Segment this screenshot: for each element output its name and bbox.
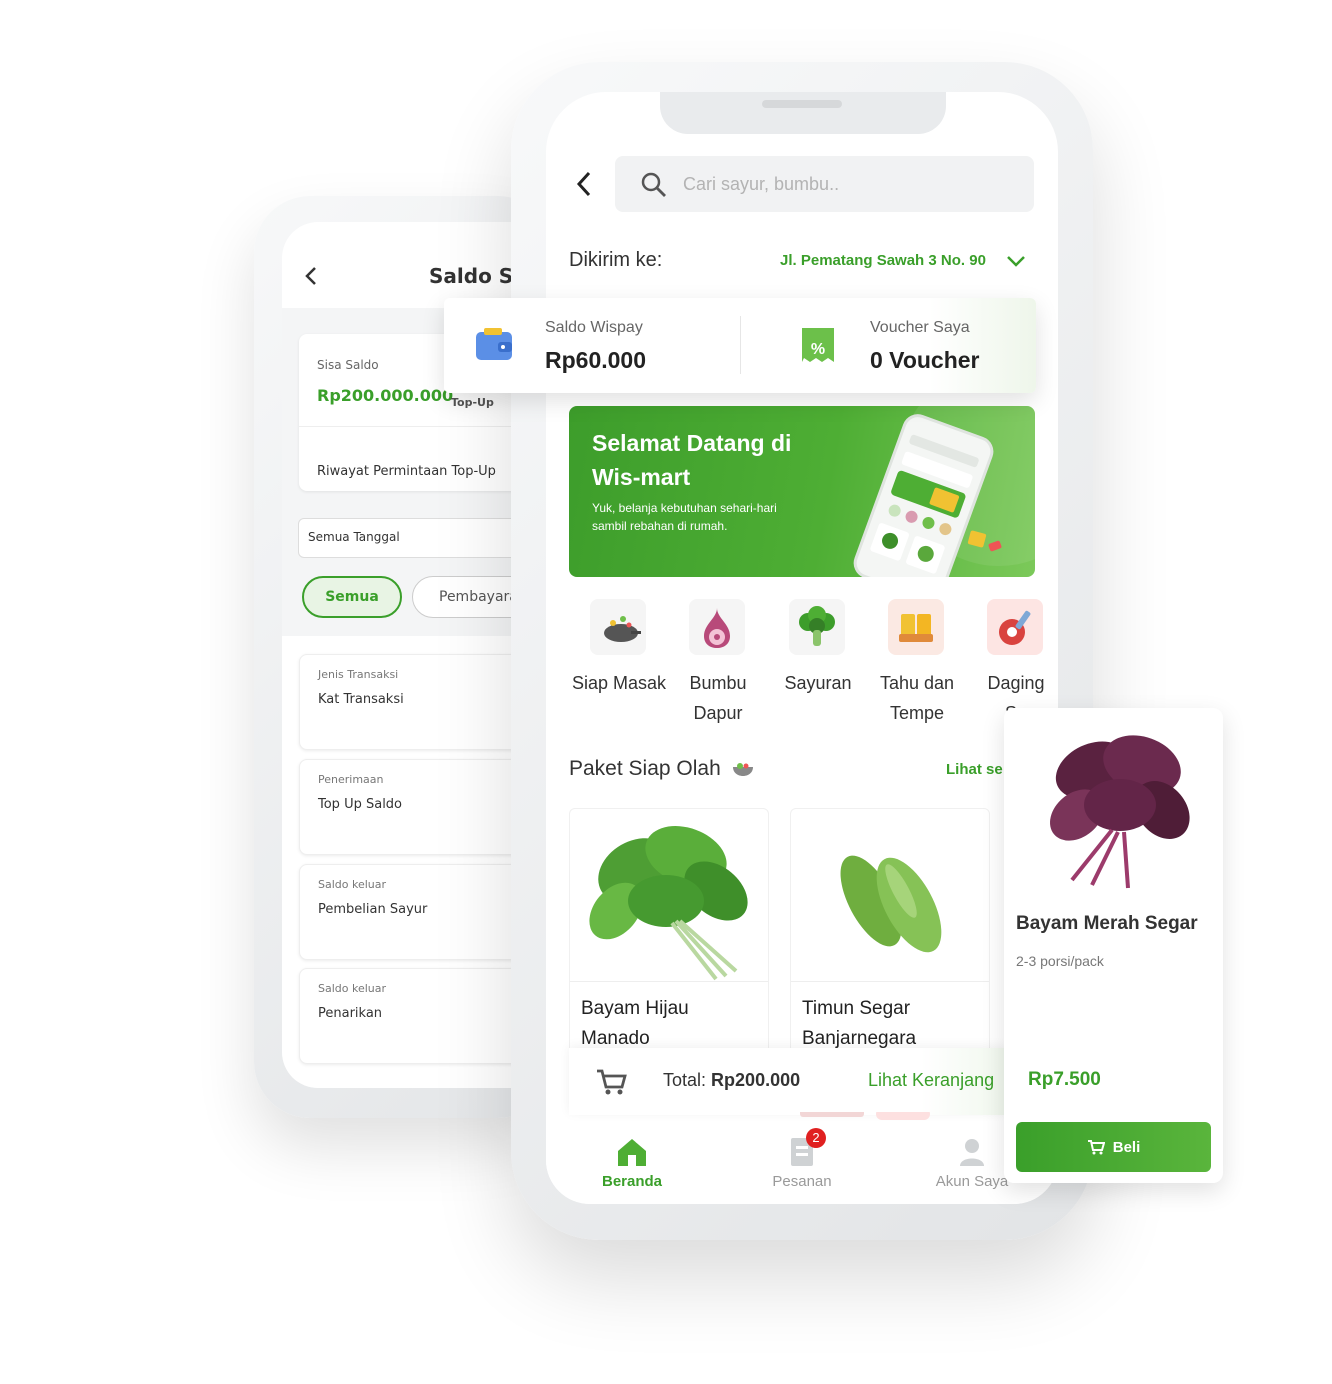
discount-fragment [876, 1112, 930, 1120]
banner-subtitle-line2: sambil rebahan di rumah. [592, 519, 728, 533]
delivery-address: Jl. Pematang Sawah 3 No. 90 [780, 252, 986, 269]
chevron-left-icon [576, 171, 591, 197]
cucumber-image [840, 855, 942, 953]
banner-subtitle-line1: Yuk, belanja kebutuhan sehari-hari [592, 501, 777, 515]
voucher-label: Voucher Saya [870, 319, 970, 336]
voucher-icon: % [798, 322, 838, 373]
cart-bar[interactable]: Total: Rp200.000 Lihat Keranjang [569, 1048, 1009, 1115]
search-placeholder: Cari sayur, bumbu.. [683, 174, 840, 194]
popup-product-name: Bayam Merah Segar [1016, 913, 1198, 934]
balance-value: Rp200.000.000 [317, 386, 454, 405]
search-input[interactable]: Cari sayur, bumbu.. [615, 156, 1034, 212]
wallet-icon [472, 324, 516, 371]
transaction-name: Pembelian Sayur [318, 902, 428, 917]
product-card[interactable]: Timun Segar Banjarnegara [790, 808, 990, 1060]
buy-button-label: Beli [1112, 1138, 1141, 1156]
hidden-price-row [800, 1112, 940, 1126]
transaction-type: Jenis Transaksi [318, 668, 399, 681]
banner-title-line1: Selamat Datang di [592, 430, 792, 456]
banner-title-line2: Wis-mart [592, 464, 691, 490]
transaction-name: Top Up Saldo [318, 797, 403, 812]
user-icon [960, 1139, 984, 1166]
divider [740, 316, 741, 374]
popup-portion: 2-3 porsi/pack [1016, 953, 1104, 969]
wallet-card: Saldo Wispay Rp60.000 % Voucher Saya 0 V… [444, 298, 1036, 393]
welcome-banner[interactable]: Selamat Datang di Wis-mart Yuk, belanja … [569, 406, 1035, 577]
spinach-image [589, 826, 748, 981]
category-bumbu-dapur[interactable] [689, 599, 747, 655]
tofu-icon [888, 599, 944, 655]
transaction-name: Penarikan [318, 1006, 383, 1021]
cart-icon [597, 1069, 627, 1095]
nav-label: Beranda [601, 1173, 663, 1190]
category-tahu-tempe[interactable] [888, 599, 946, 655]
nav-pesanan[interactable]: Pesanan 2 [760, 1128, 844, 1196]
product-popup: Bayam Merah Segar 2-3 porsi/pack Rp7.500… [1004, 708, 1223, 1183]
cart-total-value: Rp200.000 [711, 1070, 801, 1090]
phone-speaker [762, 100, 842, 108]
back-button[interactable] [574, 170, 594, 203]
product-name-line1: Bayam Hijau [581, 998, 689, 1019]
nav-label: Pesanan [772, 1173, 832, 1190]
wok-icon [590, 599, 646, 655]
section-title: Paket Siap Olah [569, 757, 721, 780]
view-cart-link[interactable]: Lihat Keranjang [868, 1070, 994, 1091]
date-filter-value: Semua Tanggal [308, 530, 400, 544]
onion-icon [689, 599, 745, 655]
product-card[interactable]: Bayam Hijau Manado [569, 808, 769, 1060]
chip-pembayaran-label: Pembayara [439, 589, 518, 605]
saldo-value[interactable]: Rp60.000 [545, 347, 646, 374]
see-all-link[interactable]: Lihat se [946, 761, 1003, 778]
topup-button[interactable]: Top-Up [451, 396, 494, 409]
nav-akun[interactable]: Akun Saya [928, 1136, 1016, 1196]
bowl-icon [733, 763, 753, 776]
transaction-name: Kat Transaksi [318, 692, 404, 707]
home-icon [618, 1139, 646, 1166]
nav-beranda[interactable]: Beranda [590, 1136, 674, 1196]
product-name: Timun Segar Banjarnegara [802, 994, 916, 1054]
chevron-left-icon [305, 267, 316, 285]
voucher-value[interactable]: 0 Voucher [870, 347, 980, 374]
nav-label: Akun Saya [935, 1173, 1009, 1190]
category-label-line1: Daging [987, 673, 1045, 693]
balance-label: Sisa Saldo [317, 358, 379, 372]
topup-history-link[interactable]: Riwayat Permintaan Top-Up [317, 464, 496, 479]
product-name-line1: Timun Segar [802, 998, 911, 1019]
category-sayuran[interactable] [789, 599, 847, 655]
red-spinach-image [1050, 735, 1190, 889]
phone-notch [660, 92, 946, 134]
divider [791, 981, 989, 982]
price-fragment [800, 1112, 864, 1117]
phone-illustration [853, 414, 1002, 577]
back-button[interactable] [304, 266, 320, 291]
popup-price: Rp7.500 [1028, 1069, 1101, 1090]
cart-total-label: Total: [663, 1070, 707, 1090]
broccoli-icon [789, 599, 845, 655]
cart-icon [1087, 1140, 1105, 1155]
category-siap-masak[interactable] [590, 599, 648, 655]
notification-badge: 2 [806, 1128, 826, 1148]
buy-button[interactable]: Beli [1016, 1122, 1211, 1172]
transaction-type: Penerimaan [318, 773, 384, 786]
divider [570, 981, 768, 982]
search-icon [641, 172, 666, 197]
transaction-type: Saldo keluar [318, 982, 387, 995]
category-daging[interactable] [987, 599, 1045, 655]
address-selector[interactable]: Jl. Pematang Sawah 3 No. 90 [780, 250, 1030, 274]
delivery-label: Dikirim ke: [569, 249, 663, 271]
saldo-label: Saldo Wispay [545, 319, 643, 336]
svg-text:%: % [811, 341, 825, 358]
category-label-line2: Dapur [693, 703, 743, 723]
cart-total: Total: Rp200.000 [663, 1070, 800, 1091]
transaction-type: Saldo keluar [318, 878, 387, 891]
chip-semua[interactable]: Semua [302, 576, 402, 618]
meat-icon [987, 599, 1043, 655]
product-name: Bayam Hijau Manado [581, 994, 689, 1054]
chevron-down-icon [1007, 256, 1025, 267]
chip-semua-label: Semua [325, 589, 379, 605]
